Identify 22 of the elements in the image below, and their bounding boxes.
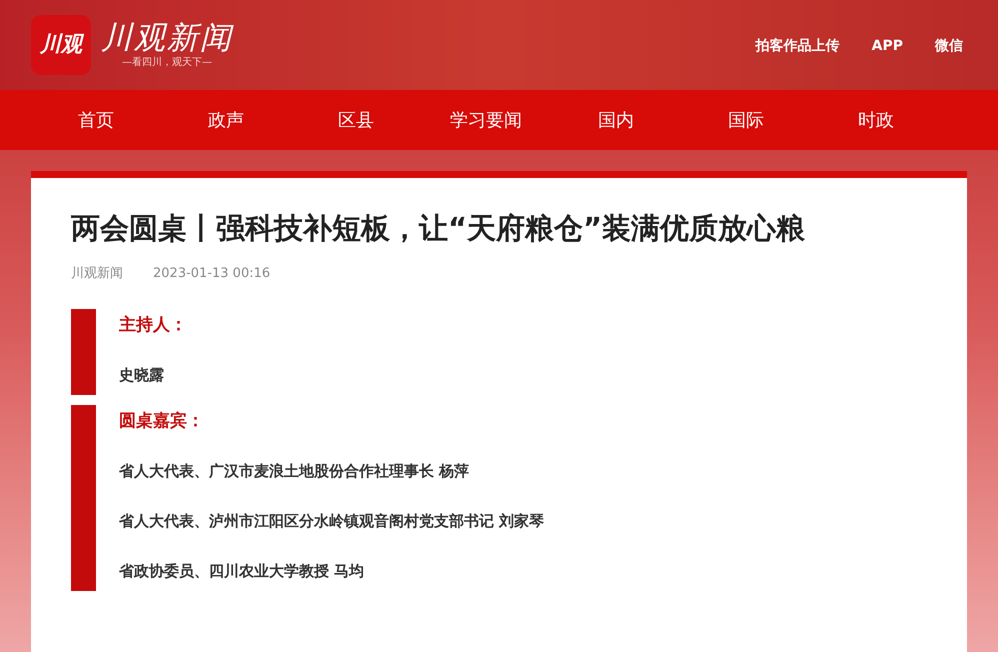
nav-item[interactable]: 政声 <box>161 106 291 134</box>
nav-item[interactable]: 时政 <box>811 106 941 134</box>
header-link[interactable]: APP <box>872 36 903 56</box>
nav-item[interactable]: 首页 <box>31 106 161 134</box>
logo-slogan: —看四川，观天下— <box>122 56 212 70</box>
guest-line: 省人大代表、广汉市麦浪土地股份合作社理事长 杨萍 <box>119 460 470 482</box>
block-heading: 圆桌嘉宾： <box>119 410 205 432</box>
guest-line: 省政协委员、四川农业大学教授 马均 <box>119 560 366 582</box>
guest-line: 省人大代表、泸州市江阳区分水岭镇观音阁村党支部书记 刘家琴 <box>119 510 544 532</box>
nav-item[interactable]: 区县 <box>291 106 421 134</box>
nav-item[interactable]: 学习要闻 <box>421 106 551 134</box>
article-source: 川观新闻 <box>71 265 123 283</box>
logo-title: 川观新闻 <box>101 20 233 56</box>
article-date: 2023-01-13 00:16 <box>153 265 270 283</box>
guest-line: 史晓露 <box>119 364 165 386</box>
nav-item[interactable]: 国内 <box>551 106 681 134</box>
logo-mark[interactable]: 川观 <box>31 15 91 75</box>
article-title: 两会圆桌丨强科技补短板，让“天府粮仓”装满优质放心粮 <box>71 210 806 247</box>
header-link[interactable]: 拍客作品上传 <box>756 36 840 56</box>
block-heading: 主持人： <box>119 314 187 336</box>
header-link[interactable]: 微信 <box>935 36 963 56</box>
nav-item[interactable]: 国际 <box>681 106 811 134</box>
